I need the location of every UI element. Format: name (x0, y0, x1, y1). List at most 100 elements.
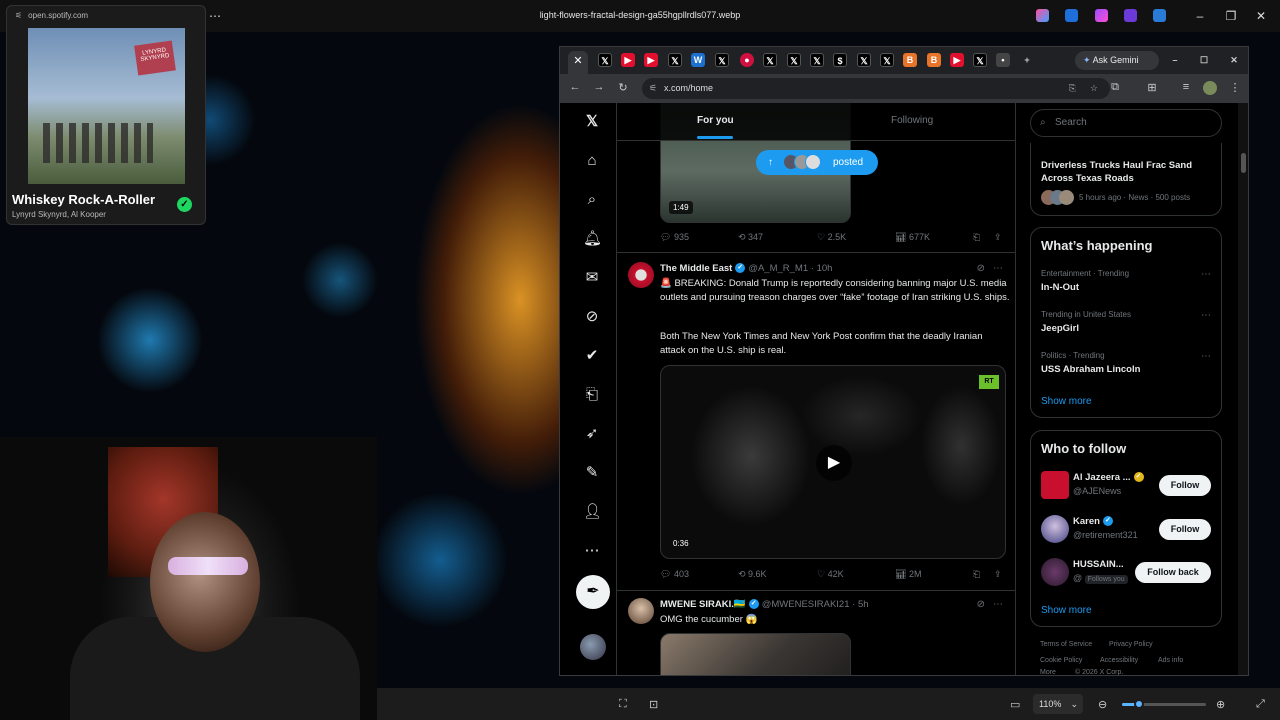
bookmark-star-icon[interactable]: ☆ (1090, 78, 1098, 99)
forward-icon[interactable]: → (592, 81, 606, 93)
tab-active-close-icon[interactable]: ✕ (568, 51, 588, 74)
account-avatar[interactable] (1041, 515, 1069, 543)
fullscreen-icon[interactable]: ⤢ (1256, 698, 1265, 711)
tweet-more-icon[interactable]: ⋯ (993, 263, 1003, 274)
play-icon[interactable]: ▶ (816, 445, 852, 481)
tweet-image[interactable] (660, 633, 851, 675)
tab-for-you[interactable]: For you (697, 115, 734, 126)
repost-action[interactable]: ⟲ 347 (738, 232, 763, 243)
tab-x-icon[interactable]: 𝕏 (973, 53, 987, 67)
trend-more-icon[interactable]: ⋯ (1201, 351, 1211, 362)
tab-youtube-icon[interactable]: ▶ (950, 53, 964, 67)
media-icon[interactable]: ⊞ (1145, 81, 1159, 94)
tab-x-icon[interactable]: 𝕏 (810, 53, 824, 67)
close-icon[interactable]: ✕ (1227, 53, 1241, 67)
views-action[interactable]: 📊︎ 677K (895, 232, 930, 243)
tweet-more-icon[interactable]: ⋯ (993, 599, 1003, 610)
zoom-out-icon[interactable]: ⊖ (1098, 698, 1107, 711)
show-more-link[interactable]: Show more (1041, 605, 1092, 616)
zoom-slider[interactable] (1122, 699, 1206, 709)
tab-x-icon[interactable]: 𝕏 (668, 53, 682, 67)
footer-accessibility-link[interactable]: Accessibility (1100, 657, 1138, 664)
footer-more-link[interactable]: More (1040, 669, 1056, 675)
x-logo-icon[interactable]: 𝕏 (583, 113, 601, 131)
account-avatar[interactable] (1041, 471, 1069, 499)
like-action[interactable]: ♡ 42K (817, 569, 844, 580)
share-icon[interactable]: ⇪ (994, 569, 1002, 580)
share-icon[interactable]: ⇪ (994, 232, 1002, 243)
tab-app-icon[interactable]: • (996, 53, 1010, 67)
new-posts-pill[interactable]: ↑ posted (756, 150, 878, 175)
profile-avatar-icon[interactable] (1203, 81, 1217, 95)
grok-explain-icon[interactable]: ⊘ (977, 599, 985, 610)
zoom-slider-thumb[interactable] (1133, 699, 1144, 709)
tab-following[interactable]: Following (891, 115, 933, 126)
text-select-icon[interactable]: ⊡ (649, 698, 658, 711)
close-icon[interactable]: ✕ (1252, 8, 1270, 24)
verified-icon[interactable]: ✔ (583, 347, 601, 365)
album-art[interactable]: LYNYRD SKYNYRD (28, 28, 185, 184)
compose-post-button[interactable]: ✒ (576, 575, 610, 609)
reload-icon[interactable]: ↻ (616, 81, 630, 94)
grok-explain-icon[interactable]: ⊘ (977, 263, 985, 274)
fit-screen-icon[interactable]: ⛶ (619, 698, 627, 711)
cloud-icon[interactable] (1153, 9, 1166, 22)
tab-x-icon[interactable]: 𝕏 (715, 53, 729, 67)
tweet-author-avatar[interactable] (628, 262, 654, 288)
scrollbar-thumb[interactable] (1241, 153, 1246, 173)
footer-cookie-link[interactable]: Cookie Policy (1040, 657, 1082, 664)
account-avatar[interactable] (1041, 558, 1069, 586)
show-more-link[interactable]: Show more (1041, 396, 1092, 407)
reply-action[interactable]: 💬︎ 403 (660, 569, 689, 580)
tab-app-icon[interactable]: ● (740, 53, 754, 67)
notifications-icon[interactable]: 🔔︎ (583, 230, 602, 248)
extensions-icon[interactable]: ⧉ (1108, 81, 1122, 94)
trend-more-icon[interactable]: ⋯ (1201, 310, 1211, 321)
tweet-author[interactable]: The Middle East ✓ @A_M_R_M1 · 10h (660, 263, 832, 274)
profile-icon[interactable]: 👤︎ (583, 503, 602, 521)
install-icon[interactable]: ⎘ (1069, 78, 1076, 99)
playlist-icon[interactable]: ≡ (1179, 81, 1193, 93)
reply-action[interactable]: 💬︎ 935 (660, 232, 689, 243)
footer-ads-link[interactable]: Ads info (1158, 657, 1183, 664)
zoom-in-icon[interactable]: ⊕ (1216, 698, 1225, 711)
site-settings-icon[interactable]: ⚟ (15, 11, 22, 20)
follow-button[interactable]: Follow (1159, 475, 1211, 496)
tweet-author[interactable]: MWENE SIRAKI.🇷🇼 ✓ @MWENESIRAKI21 · 5h (660, 599, 869, 610)
explore-icon[interactable]: ⌕ (583, 191, 601, 209)
tab-youtube-icon[interactable]: ▶ (621, 53, 635, 67)
minimize-icon[interactable]: – (1168, 53, 1182, 67)
maximize-icon[interactable]: ❐ (1222, 8, 1240, 24)
ask-gemini-button[interactable]: ✦ Ask Gemini (1075, 51, 1159, 70)
minimize-icon[interactable]: – (1191, 8, 1209, 24)
tab-x-icon[interactable]: 𝕏 (880, 53, 894, 67)
saved-check-icon[interactable]: ✓ (177, 197, 192, 212)
app-icon[interactable] (1065, 9, 1078, 22)
bookmark-icon[interactable]: ⎗ (973, 569, 980, 580)
app-icon[interactable] (1095, 9, 1108, 22)
messages-icon[interactable]: ✉ (583, 269, 601, 287)
aspect-icon[interactable]: ▭ (1010, 698, 1020, 711)
follow-button[interactable]: Follow (1159, 519, 1211, 540)
new-tab-icon[interactable]: + (1020, 53, 1034, 67)
footer-privacy-link[interactable]: Privacy Policy (1109, 641, 1153, 648)
tab-app-icon[interactable]: W (691, 53, 705, 67)
copilot-icon[interactable] (1036, 9, 1049, 22)
tab-app-icon[interactable]: B (927, 53, 941, 67)
tweet-video[interactable]: RT ▶ 0:36 (660, 365, 1006, 559)
tab-app-icon[interactable]: B (903, 53, 917, 67)
tab-youtube-icon[interactable]: ▶ (644, 53, 658, 67)
scrollbar[interactable] (1238, 103, 1248, 675)
grok-icon[interactable]: ⊘ (583, 308, 601, 326)
tab-x-icon[interactable]: 𝕏 (598, 53, 612, 67)
repost-action[interactable]: ⟲ 9.6K (738, 569, 767, 580)
views-action[interactable]: 📊︎ 2M (895, 569, 921, 580)
footer-terms-link[interactable]: Terms of Service (1040, 641, 1092, 648)
bookmark-icon[interactable]: ⎗ (973, 232, 980, 243)
articles-icon[interactable]: ✎ (583, 464, 601, 482)
follow-back-button[interactable]: Follow back (1135, 562, 1211, 583)
back-icon[interactable]: ← (568, 81, 582, 93)
address-bar[interactable]: ⚟ x.com/home ⎘ ☆ (642, 78, 1110, 99)
home-icon[interactable]: ⌂ (583, 152, 601, 170)
search-input[interactable]: ⌕ Search (1030, 109, 1222, 137)
